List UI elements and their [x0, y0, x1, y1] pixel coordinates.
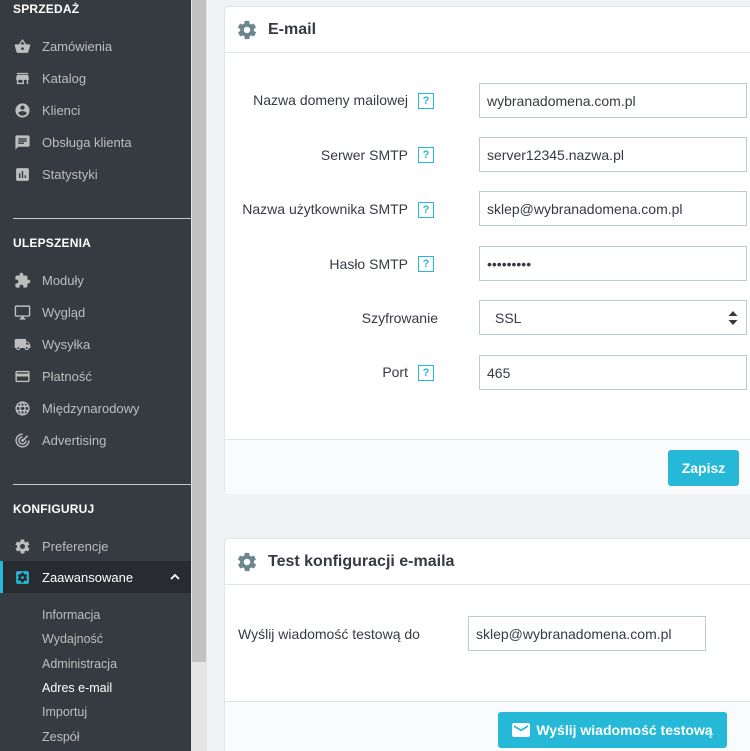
- sidebar-item-label: Zamówienia: [42, 38, 113, 54]
- help-icon[interactable]: ?: [418, 147, 434, 163]
- sidebar-sub-team[interactable]: Zespół: [42, 730, 80, 744]
- sidebar-sub-performance[interactable]: Wydajność: [42, 632, 103, 646]
- encryption-label: Szyfrowanie: [361, 310, 438, 326]
- puzzle-icon: [13, 271, 31, 289]
- select-arrows-icon: [728, 311, 738, 325]
- sidebar-item-modules[interactable]: Moduły: [0, 264, 191, 296]
- sidebar-item-label: Advertising: [42, 432, 107, 448]
- sidebar-item-label: Moduły: [42, 272, 84, 288]
- email-panel-title: E-mail: [268, 20, 317, 38]
- sidebar-item-label: Katalog: [42, 70, 87, 86]
- credit-card-icon: [13, 367, 31, 385]
- port-input[interactable]: 465: [479, 355, 747, 390]
- smtp-server-input[interactable]: server12345.nazwa.pl: [479, 137, 747, 172]
- bar-chart-icon: [13, 165, 31, 183]
- monitor-icon: [13, 303, 31, 321]
- sidebar-sub-email[interactable]: Adres e-mail: [42, 681, 112, 695]
- account-circle-icon: [13, 101, 31, 119]
- email-panel-heading: E-mail: [225, 7, 750, 53]
- sidebar-item-label: Zaawansowane: [42, 569, 134, 585]
- gear-icon: [236, 551, 258, 573]
- sidebar-sub-administration[interactable]: Administracja: [42, 657, 117, 671]
- sidebar-item-shipping[interactable]: Wysyłka: [0, 328, 191, 360]
- test-recipient-label: Wyślij wiadomość testową do: [238, 626, 420, 642]
- save-button[interactable]: Zapisz: [668, 450, 739, 486]
- sidebar-section-sales: SPRZEDAŻ: [13, 2, 80, 16]
- radar-icon: [13, 431, 31, 449]
- sidebar-section-improve: ULEPSZENIA: [13, 236, 92, 250]
- sidebar-divider: [13, 218, 191, 219]
- sidebar-item-appearance[interactable]: Wygląd: [0, 296, 191, 328]
- sidebar-item-advertising[interactable]: Advertising: [0, 424, 191, 456]
- sidebar-item-label: Wysyłka: [42, 336, 91, 352]
- port-label: Port: [382, 364, 408, 380]
- send-test-email-button[interactable]: Wyślij wiadomość testową: [498, 712, 727, 748]
- store-icon: [13, 69, 31, 87]
- test-panel-heading: Test konfiguracji e-maila: [225, 539, 750, 585]
- test-recipient-input[interactable]: sklep@wybranadomena.com.pl: [468, 616, 706, 651]
- sidebar-item-label: Klienci: [42, 102, 81, 118]
- sidebar-item-orders[interactable]: Zamówienia: [0, 30, 191, 62]
- sidebar-divider: [13, 484, 191, 485]
- smtp-user-input[interactable]: sklep@wybranadomena.com.pl: [479, 191, 747, 226]
- scrollbar-thumb[interactable]: [192, 0, 206, 662]
- chevron-up-icon[interactable]: [169, 571, 181, 583]
- sidebar-item-label: Obsługa klienta: [42, 134, 132, 150]
- gear-icon: [13, 537, 31, 555]
- help-icon[interactable]: ?: [418, 256, 434, 272]
- envelope-icon: [512, 723, 531, 737]
- encryption-select[interactable]: SSL: [479, 300, 747, 335]
- send-test-email-label: Wyślij wiadomość testową: [536, 722, 713, 738]
- sidebar-item-label: Płatność: [42, 368, 92, 384]
- sidebar-item-payment[interactable]: Płatność: [0, 360, 191, 392]
- sidebar-item-label: Międzynarodowy: [42, 400, 140, 416]
- sidebar: SPRZEDAŻ Zamówienia Katalog Klienci Obsł…: [0, 0, 191, 751]
- sidebar-item-advanced[interactable]: Zaawansowane: [0, 561, 191, 593]
- settings-applications-icon: [13, 568, 31, 586]
- help-icon[interactable]: ?: [418, 202, 434, 218]
- email-panel-footer: Zapisz: [225, 439, 750, 494]
- sidebar-item-preferences[interactable]: Preferencje: [0, 530, 191, 562]
- sidebar-sub-information[interactable]: Informacja: [42, 608, 100, 622]
- test-email-panel: Test konfiguracji e-maila Wyślij wiadomo…: [224, 538, 750, 751]
- sidebar-item-label: Wygląd: [42, 304, 86, 320]
- test-panel-title: Test konfiguracji e-maila: [268, 552, 455, 570]
- smtp-password-input[interactable]: •••••••••: [479, 246, 747, 281]
- sidebar-item-international[interactable]: Międzynarodowy: [0, 392, 191, 424]
- sidebar-item-customers[interactable]: Klienci: [0, 94, 191, 126]
- help-icon[interactable]: ?: [418, 365, 434, 381]
- sidebar-item-stats[interactable]: Statystyki: [0, 158, 191, 190]
- help-icon[interactable]: ?: [418, 93, 434, 109]
- gear-icon: [236, 19, 258, 41]
- sidebar-item-label: Preferencje: [42, 538, 109, 554]
- encryption-selected-value: SSL: [495, 309, 522, 326]
- domain-input[interactable]: wybranadomena.com.pl: [479, 83, 747, 118]
- sidebar-sub-import[interactable]: Importuj: [42, 705, 87, 719]
- sidebar-item-label: Statystyki: [42, 166, 98, 182]
- test-panel-footer: Wyślij wiadomość testową: [225, 701, 750, 751]
- smtp-user-label: Nazwa użytkownika SMTP: [242, 201, 408, 217]
- basket-icon: [13, 37, 31, 55]
- email-panel: E-mail Nazwa domeny mailowej ? wybranado…: [224, 6, 750, 494]
- sidebar-scrollbar[interactable]: [191, 0, 207, 751]
- truck-icon: [13, 335, 31, 353]
- smtp-password-label: Hasło SMTP: [329, 256, 408, 272]
- smtp-server-label: Serwer SMTP: [320, 147, 408, 163]
- domain-label: Nazwa domeny mailowej: [253, 92, 408, 108]
- chat-icon: [13, 133, 31, 151]
- sidebar-item-catalog[interactable]: Katalog: [0, 62, 191, 94]
- sidebar-item-customer-service[interactable]: Obsługa klienta: [0, 126, 191, 158]
- globe-icon: [13, 399, 31, 417]
- sidebar-section-configure: KONFIGURUJ: [13, 502, 95, 516]
